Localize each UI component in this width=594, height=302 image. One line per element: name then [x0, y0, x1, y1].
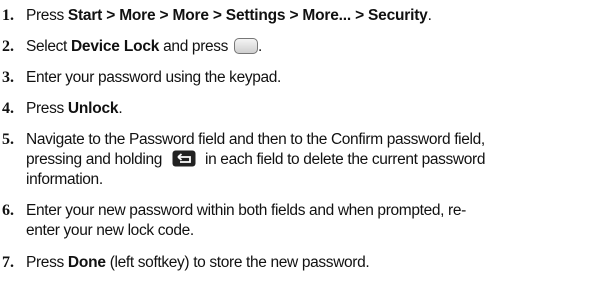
step-text: Press Start > More > More > Settings > M… [26, 7, 432, 24]
step-text: Enter your password using the keypad. [26, 69, 282, 86]
step-number: 4. [2, 100, 14, 117]
step-text: Press Unlock. [26, 100, 123, 117]
menu-path: Start > More > More > Settings > More...… [67, 7, 428, 24]
instruction-list: 1. Press Start > More > More > Settings … [0, 0, 594, 302]
step-number: 5. [2, 131, 14, 148]
step-number: 2. [2, 38, 14, 55]
center-key-button-icon [234, 38, 259, 54]
step-text: Select Device Lock and press . [26, 38, 263, 55]
step-number: 3. [2, 69, 14, 86]
step-number: 6. [2, 202, 14, 219]
step-text: Press Done (left softkey) to store the n… [26, 254, 370, 271]
step-text-line-3: information. [26, 171, 103, 188]
step-number: 1. [2, 7, 14, 24]
back-key-icon [172, 150, 196, 167]
step-text-line-1: Navigate to the Password field and then … [26, 131, 485, 148]
button-name: Unlock [67, 100, 119, 117]
step-text-line-2: enter your new lock code. [26, 222, 194, 239]
step-text-line-2: pressing and holding in each field to de… [26, 150, 486, 168]
menu-item-name: Device Lock [70, 38, 160, 55]
step-text-line-1: Enter your new password within both fiel… [26, 202, 466, 219]
step-number: 7. [2, 254, 14, 271]
softkey-name: Done [67, 254, 106, 271]
